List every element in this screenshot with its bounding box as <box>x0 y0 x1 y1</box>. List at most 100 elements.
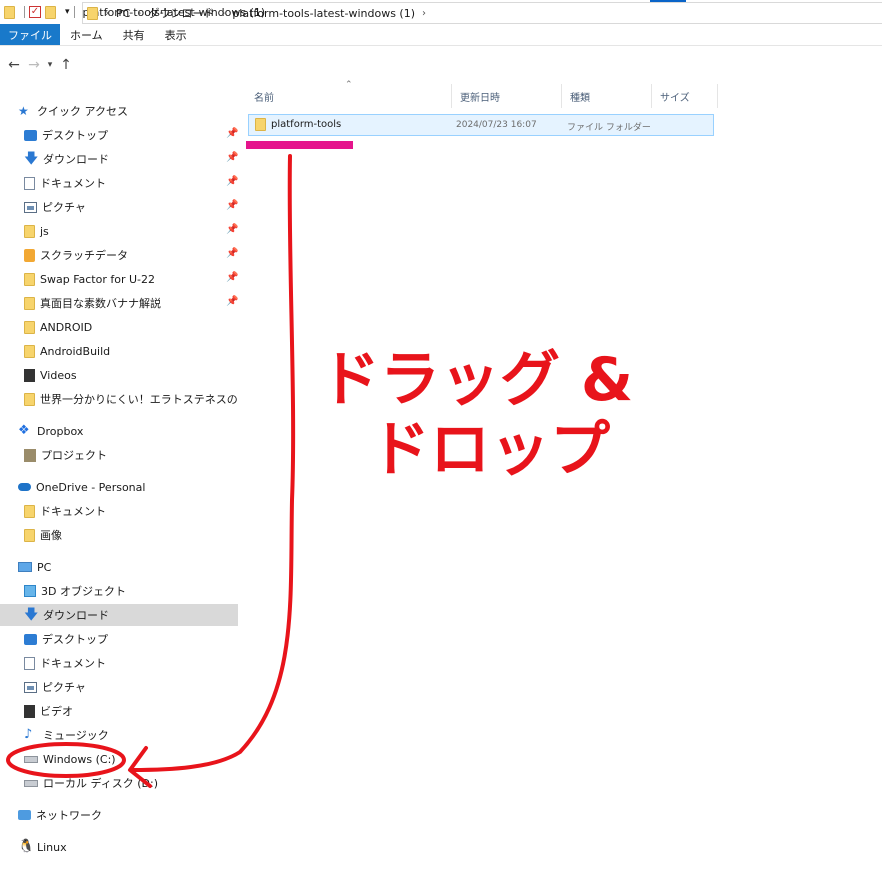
annotation-drop: ドロップ <box>370 415 610 485</box>
music-icon: ♪ <box>24 727 33 742</box>
recent-locations-icon[interactable]: ▾ <box>44 60 56 70</box>
download-icon: 🡇 <box>24 151 39 167</box>
sidebar-item-network[interactable]: ネットワーク <box>0 804 238 826</box>
tab-share[interactable]: 共有 <box>113 24 155 45</box>
new-folder-icon[interactable] <box>45 5 56 19</box>
sidebar-item-pictures[interactable]: ピクチャ <box>0 676 238 698</box>
sidebar-item-scratch-data[interactable]: スクラッチデータ 📌 <box>0 244 238 266</box>
pin-icon: 📌 <box>226 248 238 259</box>
videos-icon <box>24 704 35 718</box>
chevron-right-icon[interactable]: › <box>137 8 141 19</box>
breadcrumb-current-folder[interactable]: platform-tools-latest-windows (1) <box>232 7 415 20</box>
sidebar-item-video[interactable]: ビデオ <box>0 700 238 722</box>
folder-icon <box>24 392 35 406</box>
pin-icon: 📌 <box>226 296 238 307</box>
folder-icon <box>24 272 35 286</box>
column-header-size[interactable]: サイズ <box>652 84 718 108</box>
pin-icon: 📌 <box>226 176 238 187</box>
pictures-icon <box>24 201 37 213</box>
pin-icon: 📌 <box>226 128 238 139</box>
folder-icon <box>24 344 35 358</box>
desktop-icon <box>24 633 37 645</box>
sidebar-item-documents-pinned[interactable]: ドキュメント 📌 <box>0 172 238 194</box>
sidebar-item-androidbuild[interactable]: AndroidBuild <box>0 340 238 362</box>
chevron-right-icon[interactable]: › <box>422 8 426 19</box>
sidebar-item-videos[interactable]: Videos <box>0 364 238 386</box>
sidebar-item-windows-c[interactable]: Windows (C:) <box>0 748 238 770</box>
address-row: ← → ▾ ↑ <box>0 52 882 78</box>
pin-icon: 📌 <box>226 152 238 163</box>
file-date: 2024/07/23 16:07 <box>456 120 537 130</box>
chevron-right-icon[interactable]: › <box>221 8 225 19</box>
sidebar-item-onedrive-documents[interactable]: ドキュメント <box>0 500 238 522</box>
sidebar-item-android[interactable]: ANDROID <box>0 316 238 338</box>
folder-icon <box>255 118 266 131</box>
sidebar-item-prime-banana[interactable]: 真面目な素数バナナ解説 📌 <box>0 292 238 314</box>
customize-quick-access-icon[interactable]: ▾ <box>65 7 70 17</box>
annotation-drag: ドラッグ & <box>320 345 633 415</box>
star-icon: ★ <box>18 104 29 118</box>
sidebar-item-music[interactable]: ♪ ミュージック <box>0 724 238 746</box>
breadcrumb-downloads[interactable]: ダウンロード <box>148 5 214 21</box>
back-arrow-icon[interactable]: ← <box>4 57 24 73</box>
sidebar-item-quick-access[interactable]: ★ クイック アクセス <box>18 100 238 122</box>
folder-icon <box>24 320 35 334</box>
breadcrumb[interactable]: › PC › ダウンロード › platform-tools-latest-wi… <box>82 2 882 24</box>
up-arrow-icon[interactable]: ↑ <box>56 57 76 73</box>
title-separator <box>73 6 75 18</box>
videos-icon <box>24 368 35 382</box>
breadcrumb-pc[interactable]: PC <box>116 7 130 20</box>
drive-icon <box>24 779 38 787</box>
sidebar-item-local-disk-d[interactable]: ローカル ディスク (D:) <box>0 772 238 794</box>
ribbon-tabs: ファイル ホーム 共有 表示 <box>0 24 882 46</box>
forward-arrow-icon[interactable]: → <box>24 57 44 73</box>
properties-check-icon[interactable]: ✓ <box>29 6 41 18</box>
file-row[interactable]: platform-tools 2024/07/23 16:07 ファイル フォル… <box>248 114 714 136</box>
highlight-underline <box>246 141 353 149</box>
tab-view[interactable]: 表示 <box>155 24 197 45</box>
sidebar-item-linux[interactable]: 🐧 Linux <box>0 836 238 858</box>
sidebar-item-downloads-pinned[interactable]: 🡇 ダウンロード 📌 <box>0 148 238 170</box>
folder-icon <box>24 224 35 238</box>
desktop-icon <box>24 129 37 141</box>
pin-icon: 📌 <box>226 224 238 235</box>
sidebar-item-pictures-pinned[interactable]: ピクチャ 📌 <box>0 196 238 218</box>
network-icon <box>18 810 31 820</box>
file-name: platform-tools <box>271 119 342 130</box>
sidebar-item-onedrive[interactable]: OneDrive - Personal <box>0 476 238 498</box>
download-icon: 🡇 <box>24 607 39 623</box>
column-header-type[interactable]: 種類 <box>562 84 652 108</box>
sidebar-item-3d-objects[interactable]: 3D オブジェクト <box>0 580 238 602</box>
chevron-right-icon[interactable]: › <box>105 8 109 19</box>
linux-icon: 🐧 <box>18 839 35 854</box>
sidebar-item-downloads-selected[interactable]: 🡇 ダウンロード <box>0 604 238 626</box>
onedrive-icon <box>18 483 31 491</box>
sidebar-item-js[interactable]: js 📌 <box>0 220 238 242</box>
folder-icon <box>24 528 35 542</box>
tab-home[interactable]: ホーム <box>60 24 113 45</box>
title-separator <box>24 6 25 18</box>
sidebar-item-pc[interactable]: PC <box>0 556 238 578</box>
dropbox-icon: ❖ <box>18 423 30 438</box>
pin-icon: 📌 <box>226 272 238 283</box>
tab-file[interactable]: ファイル <box>0 24 60 45</box>
scratch-folder-icon <box>24 248 35 262</box>
sidebar-item-swap-factor[interactable]: Swap Factor for U-22 📌 <box>0 268 238 290</box>
project-folder-icon <box>24 448 36 462</box>
sidebar-item-eratosthenes[interactable]: 世界一分かりにくい！エラトステネスの篩ってなーんだ！ <box>0 388 238 410</box>
3d-objects-icon <box>24 585 36 597</box>
document-icon <box>24 176 35 190</box>
sidebar-item-onedrive-images[interactable]: 画像 <box>0 524 238 546</box>
sidebar-item-dropbox[interactable]: ❖ Dropbox <box>0 420 238 442</box>
sidebar-item-project[interactable]: プロジェクト <box>0 444 238 466</box>
document-icon <box>24 656 35 670</box>
sidebar-item-documents[interactable]: ドキュメント <box>0 652 238 674</box>
sidebar-item-desktop-pinned[interactable]: デスクトップ 📌 <box>0 124 238 146</box>
column-header-date[interactable]: 更新日時 <box>452 84 562 108</box>
sidebar-item-desktop[interactable]: デスクトップ <box>0 628 238 650</box>
folder-icon <box>24 296 35 310</box>
pin-icon: 📌 <box>226 200 238 211</box>
column-header-name[interactable]: 名前 <box>246 84 452 108</box>
pc-icon <box>18 562 32 572</box>
file-type: ファイル フォルダー <box>567 123 651 133</box>
